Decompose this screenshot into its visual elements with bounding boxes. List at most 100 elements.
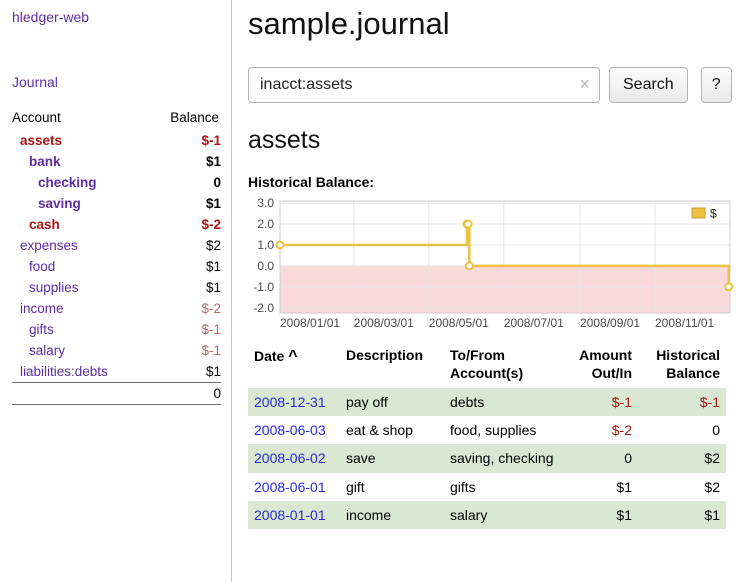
account-row: bank $1 — [12, 151, 221, 172]
account-balance: $1 — [149, 151, 221, 172]
account-balance: $-2 — [149, 214, 221, 235]
account-row: assets $-1 — [12, 130, 221, 151]
account-row: expenses $2 — [12, 235, 221, 256]
transaction-amount: 0 — [566, 444, 638, 472]
account-row: gifts $-1 — [12, 319, 221, 340]
search-bar: × Search ? — [248, 67, 734, 103]
chart-title: Historical Balance: — [248, 174, 734, 190]
transaction-account: saving, checking — [444, 444, 566, 472]
accounts-header-row: Account Balance — [12, 107, 221, 130]
transaction-account: debts — [444, 388, 566, 416]
svg-text:1.0: 1.0 — [257, 238, 274, 252]
account-link[interactable]: bank — [12, 154, 61, 169]
register-header-account: To/From Account(s) — [444, 344, 566, 388]
account-link[interactable]: saving — [12, 196, 81, 211]
svg-text:0.0: 0.0 — [257, 259, 274, 273]
account-balance: $1 — [149, 256, 221, 277]
transaction-balance: $2 — [638, 473, 726, 501]
account-row: income $-2 — [12, 298, 221, 319]
account-link[interactable]: liabilities:debts — [12, 364, 108, 379]
app-title-link[interactable]: hledger-web — [12, 9, 221, 25]
svg-text:3.0: 3.0 — [257, 197, 274, 210]
account-balance: $-2 — [149, 298, 221, 319]
transaction-description: eat & shop — [340, 416, 444, 444]
svg-text:$: $ — [710, 207, 717, 221]
svg-text:2008/03/01: 2008/03/01 — [354, 316, 414, 330]
account-row: salary $-1 — [12, 340, 221, 361]
transaction-row: 2008-01-01incomesalary$1$1 — [248, 501, 726, 529]
account-row: supplies $1 — [12, 277, 221, 298]
account-link[interactable]: cash — [12, 217, 60, 232]
account-link[interactable]: expenses — [12, 238, 78, 253]
transaction-account: gifts — [444, 473, 566, 501]
account-link[interactable]: gifts — [12, 322, 54, 337]
register-header-row: Date ^ Description To/From Account(s) Am… — [248, 344, 726, 388]
account-balance: $1 — [149, 361, 221, 383]
transaction-account: food, supplies — [444, 416, 566, 444]
register-table: Date ^ Description To/From Account(s) Am… — [248, 344, 726, 529]
account-balance: $-1 — [149, 130, 221, 151]
journal-link[interactable]: Journal — [12, 74, 221, 90]
account-row: checking 0 — [12, 172, 221, 193]
transaction-description: income — [340, 501, 444, 529]
account-row: liabilities:debts $1 — [12, 361, 221, 383]
transaction-date-link[interactable]: 2008-01-01 — [254, 507, 326, 523]
account-balance: $1 — [149, 193, 221, 214]
account-balance: $-1 — [149, 319, 221, 340]
account-balance: $1 — [149, 277, 221, 298]
transaction-description: pay off — [340, 388, 444, 416]
account-balance: $-1 — [149, 340, 221, 361]
transaction-date-link[interactable]: 2008-06-01 — [254, 479, 326, 495]
transaction-amount: $1 — [566, 473, 638, 501]
transaction-date-link[interactable]: 2008-06-02 — [254, 450, 326, 466]
transaction-date-link[interactable]: 2008-12-31 — [254, 394, 326, 410]
accounts-table: Account Balance assets $-1 bank $1 checking 0… — [12, 107, 221, 405]
svg-text:2008/05/01: 2008/05/01 — [429, 316, 489, 330]
register-header-balance: Historical Balance — [638, 344, 726, 388]
transaction-row: 2008-06-01giftgifts$1$2 — [248, 473, 726, 501]
accounts-header-balance: Balance — [149, 107, 221, 130]
register-header-description: Description — [340, 344, 444, 388]
accounts-header-account: Account — [12, 107, 149, 130]
main-content: sample.journal × Search ? assets Histori… — [232, 0, 742, 582]
clear-search-icon[interactable]: × — [579, 74, 590, 94]
transaction-row: 2008-06-03eat & shopfood, supplies$-20 — [248, 416, 726, 444]
account-balance: $2 — [149, 235, 221, 256]
transaction-amount: $-1 — [566, 388, 638, 416]
account-row: saving $1 — [12, 193, 221, 214]
search-button[interactable]: Search — [609, 67, 688, 103]
svg-text:2008/01/01: 2008/01/01 — [280, 316, 340, 330]
svg-text:-2.0: -2.0 — [253, 301, 274, 315]
account-balance: 0 — [149, 172, 221, 193]
account-link[interactable]: salary — [12, 343, 65, 358]
search-box: × — [248, 67, 600, 103]
svg-text:2008/07/01: 2008/07/01 — [504, 316, 564, 330]
svg-text:2.0: 2.0 — [257, 217, 274, 231]
help-button[interactable]: ? — [701, 67, 732, 103]
account-link[interactable]: checking — [12, 175, 97, 190]
accounts-total-row: 0 — [12, 383, 221, 405]
account-link[interactable]: supplies — [12, 280, 79, 295]
page-title: sample.journal — [248, 6, 734, 42]
accounts-total-spacer — [12, 383, 149, 405]
search-input[interactable] — [248, 67, 600, 103]
transaction-amount: $1 — [566, 501, 638, 529]
sidebar: hledger-web Journal Account Balance asse… — [0, 0, 232, 582]
transaction-balance: $2 — [638, 444, 726, 472]
transaction-date-link[interactable]: 2008-06-03 — [254, 422, 326, 438]
transaction-description: save — [340, 444, 444, 472]
transaction-balance: 0 — [638, 416, 726, 444]
account-link[interactable]: income — [12, 301, 64, 316]
transaction-row: 2008-12-31pay offdebts$-1$-1 — [248, 388, 726, 416]
account-link[interactable]: food — [12, 259, 55, 274]
page: hledger-web Journal Account Balance asse… — [0, 0, 742, 582]
svg-text:2008/09/01: 2008/09/01 — [580, 316, 640, 330]
account-row: food $1 — [12, 256, 221, 277]
transaction-balance: $1 — [638, 501, 726, 529]
account-link[interactable]: assets — [12, 133, 62, 148]
transaction-balance: $-1 — [638, 388, 726, 416]
register-header-date[interactable]: Date ^ — [248, 344, 340, 388]
balance-chart-svg: 3.02.01.00.0-1.0-2.02008/01/012008/03/01… — [248, 197, 734, 331]
balance-chart: 3.02.01.00.0-1.0-2.02008/01/012008/03/01… — [248, 197, 734, 331]
transaction-account: salary — [444, 501, 566, 529]
